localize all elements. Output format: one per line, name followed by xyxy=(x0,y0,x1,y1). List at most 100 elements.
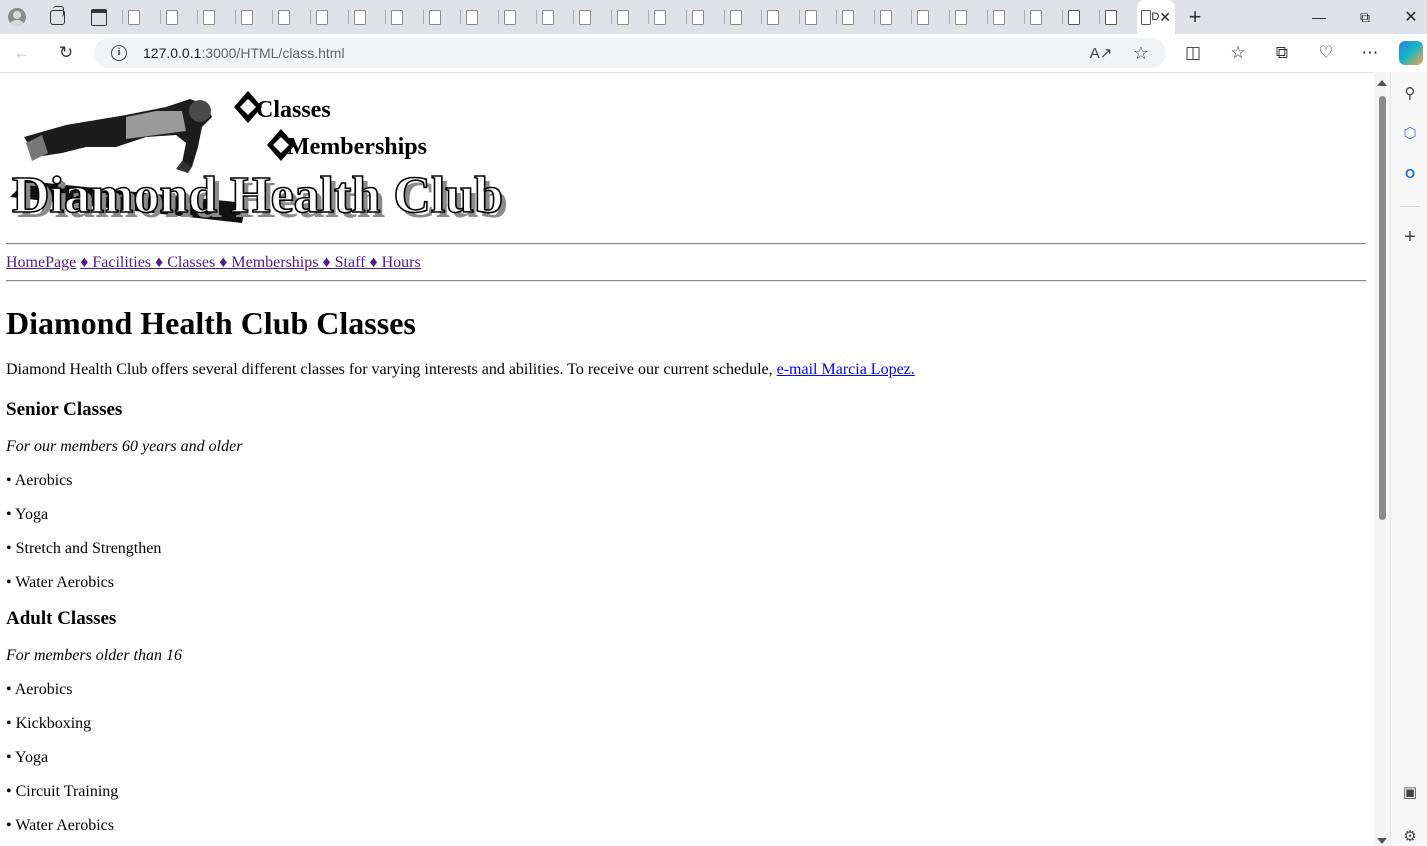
class-list-item: • Circuit Training xyxy=(6,783,119,800)
section-title: Senior Classes xyxy=(6,399,123,420)
background-tab[interactable] xyxy=(949,0,987,34)
page-icon xyxy=(1141,9,1152,25)
page-icon xyxy=(729,9,742,25)
background-tab[interactable] xyxy=(648,0,686,34)
scroll-thumb[interactable] xyxy=(1379,96,1386,520)
background-tab[interactable] xyxy=(422,0,461,34)
profile-button[interactable] xyxy=(2,0,32,34)
sidebar-settings-icon[interactable]: ⚙ xyxy=(1401,827,1419,845)
nav-link-facilities[interactable]: ♦ Facilities xyxy=(80,254,155,271)
active-tab[interactable]: D ✕ xyxy=(1137,0,1176,34)
address-bar[interactable]: i 127.0.0.1:3000/HTML/class.html A↗ ☆ xyxy=(94,38,1166,68)
copilot-icon[interactable] xyxy=(1399,41,1423,65)
page-icon xyxy=(315,9,328,25)
scroll-up-arrow-icon[interactable] xyxy=(1377,80,1387,86)
background-tab[interactable] xyxy=(761,0,799,34)
tab-actions-button[interactable] xyxy=(84,0,114,34)
page-icon xyxy=(1030,9,1043,25)
outlook-icon[interactable]: O xyxy=(1401,164,1419,182)
background-tab[interactable] xyxy=(873,0,912,34)
page-icon xyxy=(353,9,366,25)
background-tab[interactable] xyxy=(122,0,160,34)
class-list-item: • Aerobics xyxy=(6,472,73,489)
browser-essentials-icon[interactable]: ♡ xyxy=(1311,40,1341,66)
nav-link-memberships[interactable]: ♦ Memberships xyxy=(219,254,322,271)
close-tab-icon[interactable]: ✕ xyxy=(1159,9,1171,26)
page-icon xyxy=(842,9,855,25)
page-content: Classes Memberships Diamond Health Club … xyxy=(6,73,1366,846)
read-aloud-icon[interactable]: A↗ xyxy=(1090,42,1113,64)
nav-link-hours[interactable]: ♦ Hours xyxy=(369,254,420,271)
background-tab[interactable] xyxy=(197,0,235,34)
background-tab[interactable] xyxy=(272,0,310,34)
background-tab[interactable] xyxy=(836,0,874,34)
add-sidebar-app-icon[interactable]: + xyxy=(1401,226,1419,248)
more-menu-icon[interactable]: ⋯ xyxy=(1355,40,1385,66)
favorite-star-icon[interactable]: ☆ xyxy=(1130,42,1152,64)
background-tab[interactable] xyxy=(385,0,423,34)
favorites-icon[interactable]: ☆ xyxy=(1223,40,1253,66)
background-tab[interactable] xyxy=(309,0,348,34)
screenshot-icon[interactable]: ▣ xyxy=(1401,783,1419,801)
background-tab[interactable] xyxy=(497,0,536,34)
page-icon xyxy=(165,9,178,25)
nav-link-classes[interactable]: ♦ Classes xyxy=(155,254,219,271)
tab-actions-icon xyxy=(91,8,107,26)
background-tab[interactable] xyxy=(723,0,762,34)
background-tab[interactable] xyxy=(1099,0,1137,34)
scroll-down-arrow-icon[interactable] xyxy=(1377,838,1387,844)
split-screen-icon[interactable]: ◫ xyxy=(1178,40,1208,66)
background-tab[interactable] xyxy=(685,0,724,34)
background-tab[interactable] xyxy=(460,0,498,34)
background-tab[interactable] xyxy=(535,0,574,34)
page-title: Diamond Health Club Classes xyxy=(6,305,416,341)
banner-line-classes: Classes xyxy=(256,97,331,123)
background-tab[interactable] xyxy=(1024,0,1062,34)
office-icon[interactable]: ⬡ xyxy=(1401,124,1419,142)
intro-paragraph: Diamond Health Club offers several diffe… xyxy=(6,361,1366,379)
collections-icon[interactable]: ⧉ xyxy=(1267,40,1297,66)
section-title: Adult Classes xyxy=(6,608,117,629)
page-icon xyxy=(203,9,216,25)
background-tab[interactable] xyxy=(159,0,198,34)
background-tab[interactable] xyxy=(986,0,1025,34)
workspaces-button[interactable] xyxy=(42,0,72,34)
background-tab[interactable] xyxy=(1061,0,1100,34)
minimize-button[interactable]: — xyxy=(1296,0,1342,34)
nav-link-homepage[interactable]: HomePage xyxy=(6,254,76,271)
background-tab[interactable] xyxy=(798,0,837,34)
new-tab-button[interactable]: + xyxy=(1175,4,1215,30)
class-list-item: • Yoga xyxy=(6,749,49,766)
club-banner: Classes Memberships Diamond Health Club … xyxy=(6,77,554,237)
url-text[interactable]: 127.0.0.1:3000/HTML/class.html xyxy=(143,45,345,61)
nav-link-staff[interactable]: ♦ Staff xyxy=(322,254,369,271)
page-icon xyxy=(1067,9,1080,25)
page-scrollbar[interactable] xyxy=(1374,72,1390,846)
site-info-icon[interactable]: i xyxy=(111,45,127,61)
background-tab[interactable] xyxy=(573,0,611,34)
page-icon xyxy=(654,9,667,25)
active-tab-title: D xyxy=(1151,11,1160,23)
search-icon[interactable]: ⚲ xyxy=(1401,84,1419,102)
refresh-button[interactable]: ↻ xyxy=(51,40,81,66)
close-window-button[interactable]: ✕ xyxy=(1388,0,1427,34)
background-tab[interactable] xyxy=(234,0,273,34)
background-tab[interactable] xyxy=(911,0,949,34)
back-arrow-icon: ← xyxy=(13,43,31,62)
section-subtitle: For our members 60 years and older xyxy=(6,438,243,455)
back-button[interactable]: ← xyxy=(7,40,37,66)
page-icon xyxy=(691,9,704,25)
sidebar-divider xyxy=(1400,206,1420,207)
class-list-item: • Stretch and Strengthen xyxy=(6,540,162,557)
banner-line-memberships: Memberships xyxy=(287,134,427,160)
background-tab[interactable] xyxy=(610,0,649,34)
site-navigation: HomePage ♦ Facilities ♦ Classes ♦ Member… xyxy=(6,245,1366,280)
background-tab[interactable] xyxy=(347,0,386,34)
address-toolbar: ← ↻ i 127.0.0.1:3000/HTML/class.html A↗ … xyxy=(0,34,1427,73)
tab-strip: D ✕ + — ⧉ ✕ xyxy=(0,0,1427,34)
bottom-divider xyxy=(6,280,1366,282)
page-icon xyxy=(503,9,516,25)
email-marcia-link[interactable]: e-mail Marcia Lopez. xyxy=(777,361,915,378)
restore-button[interactable]: ⧉ xyxy=(1342,0,1388,34)
page-icon xyxy=(240,9,253,25)
